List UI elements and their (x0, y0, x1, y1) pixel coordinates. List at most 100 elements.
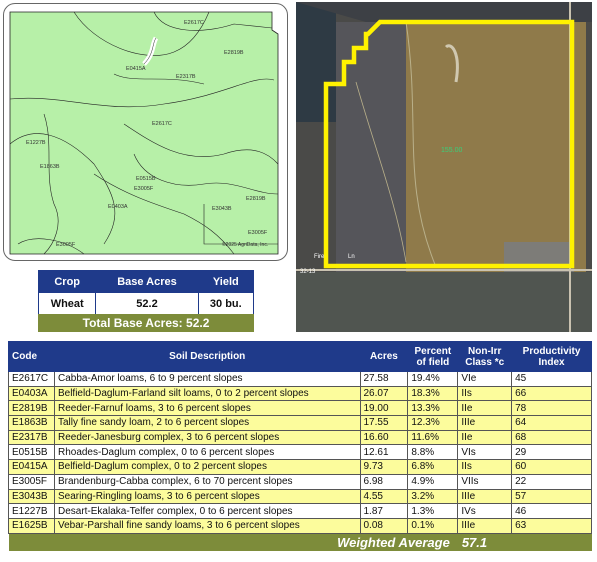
percent-cell: 13.3% (407, 400, 459, 417)
productivity-header-line2: Index (538, 356, 565, 368)
percent-cell: 4.9% (407, 473, 459, 490)
acres-cell: 17.55 (359, 415, 409, 431)
class-cell: IIs (457, 459, 513, 475)
percent-header-line1: Percent (414, 345, 452, 357)
soil-map: E2617C E2819B E0415A E2317B E1227B E2617… (3, 3, 288, 261)
code-cell: E0403A (8, 385, 55, 402)
description-cell: Rhoades-Daglum complex, 0 to 6 percent s… (53, 444, 361, 461)
base-acres-cell: 52.2 (95, 292, 199, 315)
map-label: E2317B (176, 74, 196, 80)
class-cell: IIIe (457, 415, 513, 431)
map-label: E3043B (212, 206, 232, 212)
weighted-average-label: Weighted Average (8, 533, 458, 552)
productivity-cell: 29 (511, 444, 592, 461)
acres-cell: 26.07 (359, 385, 409, 402)
description-cell: Cabba-Amor loams, 6 to 9 percent slopes (53, 371, 361, 387)
map-label: E2617C (184, 20, 204, 26)
map-label: E2617C (152, 121, 172, 127)
code-cell: E3043B (8, 488, 55, 505)
aerial-drawing: 155.00 Fire Ln 32-13 (296, 2, 592, 332)
description-header: Soil Description (53, 341, 361, 372)
road-label-2: Ln (348, 254, 355, 260)
percent-cell: 8.8% (407, 444, 459, 461)
class-cell: VIIs (457, 473, 513, 490)
percent-cell: 6.8% (407, 459, 459, 475)
map-label: E3005F (134, 186, 154, 192)
table-row: E2819B Reeder-Farnuf loams, 3 to 6 percen… (8, 400, 592, 417)
productivity-cell: 57 (511, 488, 592, 505)
class-header-line2: Class *c (465, 356, 505, 368)
code-cell: E1863B (8, 415, 55, 431)
productivity-header-line1: Productivity (522, 345, 581, 357)
map-label: E0403A (108, 204, 128, 210)
class-header-line1: Non-Irr (468, 345, 502, 357)
description-cell: Brandenburg-Cabba complex, 6 to 70 perce… (53, 473, 361, 490)
map-label: E0415A (126, 66, 146, 72)
weighted-average-row: Weighted Average 57.1 (8, 533, 592, 552)
class-cell: VIe (457, 371, 513, 387)
table-row: E2617C Cabba-Amor loams, 6 to 9 percent s… (8, 371, 592, 387)
total-base-acres: Total Base Acres: 52.2 (38, 314, 254, 332)
acres-cell: 1.87 (359, 503, 409, 519)
percent-cell: 19.4% (407, 371, 459, 387)
productivity-cell: 78 (511, 400, 592, 417)
productivity-cell: 46 (511, 503, 592, 519)
percent-header: Percent of field (407, 341, 459, 372)
code-cell: E2617C (8, 371, 55, 387)
code-cell: E1625B (8, 517, 55, 534)
percent-cell: 1.3% (407, 503, 459, 519)
productivity-header: Productivity Index (511, 341, 592, 372)
table-row: E3043B Searing-Ringling loams, 3 to 6 per… (8, 488, 592, 505)
map-label: E2819B (224, 50, 244, 56)
description-cell: Reeder-Farnuf loams, 3 to 6 percent slop… (53, 400, 361, 417)
table-row: E2317B Reeder-Janesburg complex, 3 to 6 p… (8, 429, 592, 446)
class-header: Non-Irr Class *c (457, 341, 513, 372)
productivity-cell: 22 (511, 473, 592, 490)
description-cell: Reeder-Janesburg complex, 3 to 6 percent… (53, 429, 361, 446)
percent-cell: 3.2% (407, 488, 459, 505)
acres-header: Acres (359, 341, 409, 372)
table-row: E1863B Tally fine sandy loam, 2 to 6 perc… (8, 415, 592, 431)
table-row: E3005F Brandenburg-Cabba complex, 6 to 70… (8, 473, 592, 490)
class-cell: IIe (457, 429, 513, 446)
table-row: E0515B Rhoades-Daglum complex, 0 to 6 per… (8, 444, 592, 461)
road-label-3: 32-13 (300, 269, 316, 275)
table-row: E0403A Belfield-Daglum-Farland silt loams… (8, 385, 592, 402)
code-cell: E0515B (8, 444, 55, 461)
table-row: E1625B Vebar-Parshall fine sandy loams, 3… (8, 517, 592, 534)
soil-map-drawing: E2617C E2819B E0415A E2317B E1227B E2617… (9, 11, 279, 255)
class-cell: IIIe (457, 517, 513, 534)
acres-cell: 9.73 (359, 459, 409, 475)
productivity-cell: 68 (511, 429, 592, 446)
road-label: Fire (314, 254, 325, 260)
field-acre-label: 155.00 (441, 147, 463, 154)
acres-cell: 27.58 (359, 371, 409, 387)
class-cell: VIs (457, 444, 513, 461)
crop-cell: Wheat (37, 292, 97, 315)
percent-cell: 18.3% (407, 385, 459, 402)
percent-header-line2: of field (416, 356, 450, 368)
acres-cell: 12.61 (359, 444, 409, 461)
class-cell: IIs (457, 385, 513, 402)
acres-cell: 0.08 (359, 517, 409, 534)
productivity-cell: 66 (511, 385, 592, 402)
yield-header: Yield (197, 270, 255, 293)
map-label: E0515B (136, 176, 156, 182)
map-label: E1863B (40, 164, 60, 170)
weighted-average-value: 57.1 (457, 533, 592, 552)
class-cell: IIIe (457, 488, 513, 505)
crop-table: Crop Base Acres Yield Wheat 52.2 30 bu. (37, 270, 255, 315)
percent-cell: 11.6% (407, 429, 459, 446)
code-cell: E2819B (8, 400, 55, 417)
aerial-photo: 155.00 Fire Ln 32-13 (296, 2, 592, 332)
total-value: 52.2 (186, 316, 210, 330)
code-cell: E0415A (8, 459, 55, 475)
map-label: E1227B (26, 140, 46, 146)
crop-header: Crop (37, 270, 97, 293)
productivity-cell: 64 (511, 415, 592, 431)
productivity-cell: 45 (511, 371, 592, 387)
code-cell: E1227B (8, 503, 55, 519)
acres-cell: 16.60 (359, 429, 409, 446)
table-row: E1227B Desart-Ekalaka-Telfer complex, 0 t… (8, 503, 592, 519)
total-label: Total Base Acres: (82, 316, 183, 330)
